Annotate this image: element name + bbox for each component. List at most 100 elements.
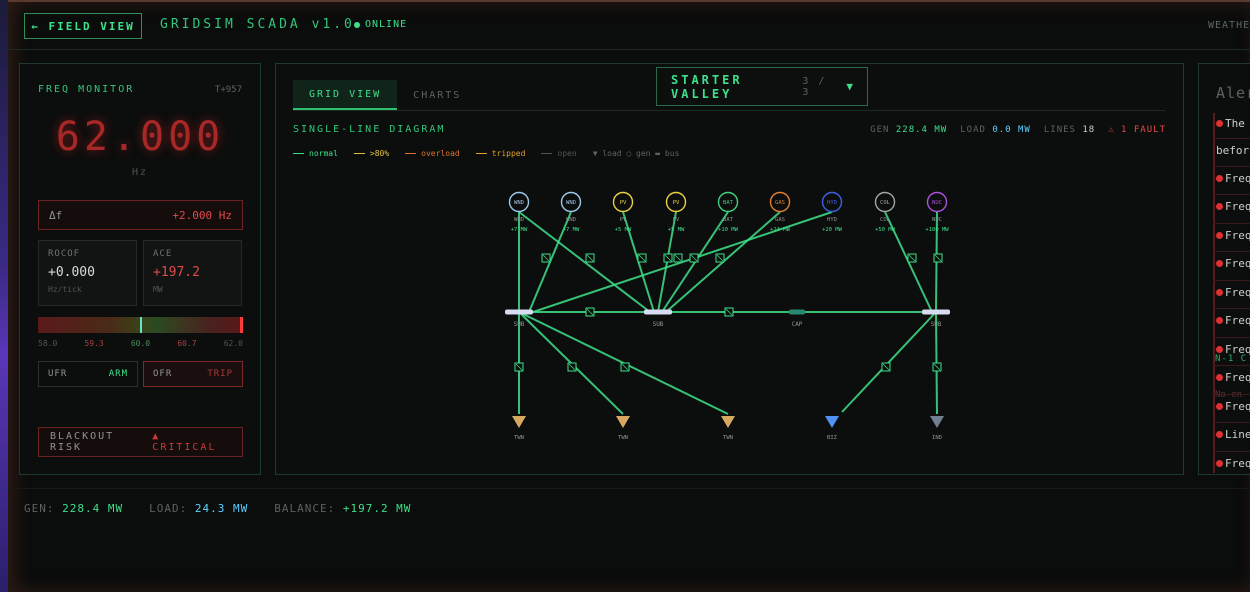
gauge-tick: 60.0 <box>130 339 151 348</box>
frequency-readout: 62.000 <box>55 114 225 160</box>
alert-separator <box>1213 280 1250 281</box>
ufr-state: ARM <box>108 369 128 379</box>
alert-text: Freq <box>1225 400 1250 413</box>
alert-dot-icon <box>1216 120 1223 127</box>
ofr-relay-button[interactable]: OFR TRIP <box>143 361 243 387</box>
generator-label: BAT <box>723 217 734 223</box>
gridsim-app: ← FIELD VIEW GRIDSIM SCADA v1.0 ONLINE W… <box>8 0 1250 592</box>
footer-balance-label: BALANCE: <box>274 502 336 515</box>
alert-item[interactable]: Freq <box>1216 400 1250 413</box>
generator-code: WND <box>514 200 524 206</box>
bus-label: SUB <box>653 321 664 328</box>
alert-text: Line <box>1225 428 1250 441</box>
alert-dot-icon <box>1216 260 1223 267</box>
generator-label: PV <box>620 217 627 223</box>
alert-separator <box>1213 422 1250 423</box>
generator-output: +5 MW <box>668 227 685 233</box>
alert-text: Freq <box>1225 257 1250 270</box>
grid-view-panel: GRID VIEW CHARTS STARTER VALLEY 3 / 3 ▼ … <box>275 63 1184 475</box>
alert-text: befor <box>1216 144 1250 157</box>
footer-gen-value: 228.4 MW <box>62 502 124 515</box>
generator-output: +24 MW <box>770 227 791 233</box>
generator-code: GAS <box>775 200 785 206</box>
footer-load-value: 24.3 MW <box>194 502 249 515</box>
alert-separator <box>1213 451 1250 452</box>
alert-item[interactable]: Freq <box>1216 286 1250 299</box>
alert-item[interactable]: Freq <box>1216 314 1250 327</box>
alert-item[interactable]: befor <box>1216 144 1249 157</box>
ufr-label: UFR <box>48 369 68 379</box>
alerts-panel: Alerts N-1 C No en ThebeforFreqFreqFreqF… <box>1198 63 1250 475</box>
top-bar: ← FIELD VIEW GRIDSIM SCADA v1.0 ONLINE W… <box>8 2 1250 50</box>
status-indicator: ONLINE <box>354 19 407 30</box>
rocof-label: ROCOF <box>48 249 81 259</box>
bus-label: SUB <box>931 321 942 328</box>
ace-label: ACE <box>153 249 173 259</box>
alert-dot-icon <box>1216 346 1223 353</box>
transmission-line <box>841 311 937 413</box>
tick-counter: T+957 <box>214 85 242 95</box>
alert-text: Freq <box>1225 286 1250 299</box>
alerts-title: Alerts <box>1216 84 1250 102</box>
alert-dot-icon <box>1216 403 1223 410</box>
footer-load-label: LOAD: <box>149 502 188 515</box>
rocof-card: ROCOF +0.000 Hz/tick <box>38 240 137 306</box>
freq-monitor-title: FREQ MONITOR <box>38 84 135 95</box>
alert-item[interactable]: The <box>1216 117 1245 130</box>
generator-code: NUC <box>932 200 942 206</box>
generator-label: WND <box>566 217 576 223</box>
alert-item[interactable]: Freq <box>1216 229 1250 242</box>
load-label: BIZ <box>827 435 838 441</box>
alert-separator <box>1213 308 1250 309</box>
bus-bar <box>789 309 805 315</box>
ufr-relay-button[interactable]: UFR ARM <box>38 361 138 387</box>
blackout-risk-banner: BLACKOUT RISK ▲ CRITICAL <box>38 427 243 457</box>
alert-dot-icon <box>1216 175 1223 182</box>
generator-label: WND <box>514 217 524 223</box>
alert-item[interactable]: Freq <box>1216 172 1250 185</box>
ace-unit: MW <box>153 285 163 294</box>
weather-button[interactable]: WEATHER <box>1208 20 1250 31</box>
bus-bar <box>505 309 533 315</box>
ofr-state: TRIP <box>207 369 233 379</box>
gauge-tick: 62.0 <box>223 339 243 348</box>
generator-output: +20 MW <box>822 227 843 233</box>
generator-label: HYD <box>827 217 837 223</box>
field-view-button[interactable]: ← FIELD VIEW <box>24 13 142 39</box>
alert-dot-icon <box>1216 431 1223 438</box>
delta-f-row: Δf +2.000 Hz <box>38 200 243 230</box>
rocof-value: +0.000 <box>48 265 95 280</box>
alert-dot-icon <box>1216 374 1223 381</box>
gauge-needle <box>139 317 142 333</box>
alert-text: Freq <box>1225 229 1250 242</box>
gauge-tick: 60.7 <box>177 339 197 348</box>
load-label: TWN <box>723 435 733 441</box>
alert-item[interactable]: Freq <box>1216 343 1250 356</box>
alert-separator <box>1213 223 1250 224</box>
alert-separator <box>1213 194 1250 195</box>
frequency-unit: Hz <box>131 167 149 178</box>
bus-bar <box>644 309 672 315</box>
alerts-accent-bar <box>1213 113 1215 473</box>
alert-text: The <box>1225 117 1245 130</box>
blackout-risk-label: BLACKOUT RISK <box>50 431 115 453</box>
alert-item[interactable]: Freq <box>1216 457 1250 470</box>
alert-item[interactable]: Freq <box>1216 371 1250 384</box>
load-label: TWN <box>618 435 628 441</box>
alert-item[interactable]: Line <box>1216 428 1250 441</box>
generator-code: PV <box>620 200 627 206</box>
status-footer: GEN: 228.4 MW LOAD: 24.3 MW BALANCE: +19… <box>24 502 411 515</box>
bus-label: SUB <box>514 321 525 328</box>
ace-card: ACE +197.2 MW <box>143 240 242 306</box>
load-icon <box>825 416 839 428</box>
alert-item[interactable]: Freq <box>1216 257 1250 270</box>
footer-balance-value: +197.2 MW <box>342 502 412 515</box>
generator-code: WND <box>566 200 576 206</box>
ace-value: +197.2 <box>153 265 200 280</box>
generator-output: +100 MW <box>925 227 949 233</box>
alert-text: Freq <box>1225 371 1250 384</box>
bus-label: CAP <box>792 321 803 328</box>
generator-code: HYD <box>827 200 837 206</box>
generator-label: PV <box>673 217 680 223</box>
alert-item[interactable]: Freq <box>1216 200 1250 213</box>
